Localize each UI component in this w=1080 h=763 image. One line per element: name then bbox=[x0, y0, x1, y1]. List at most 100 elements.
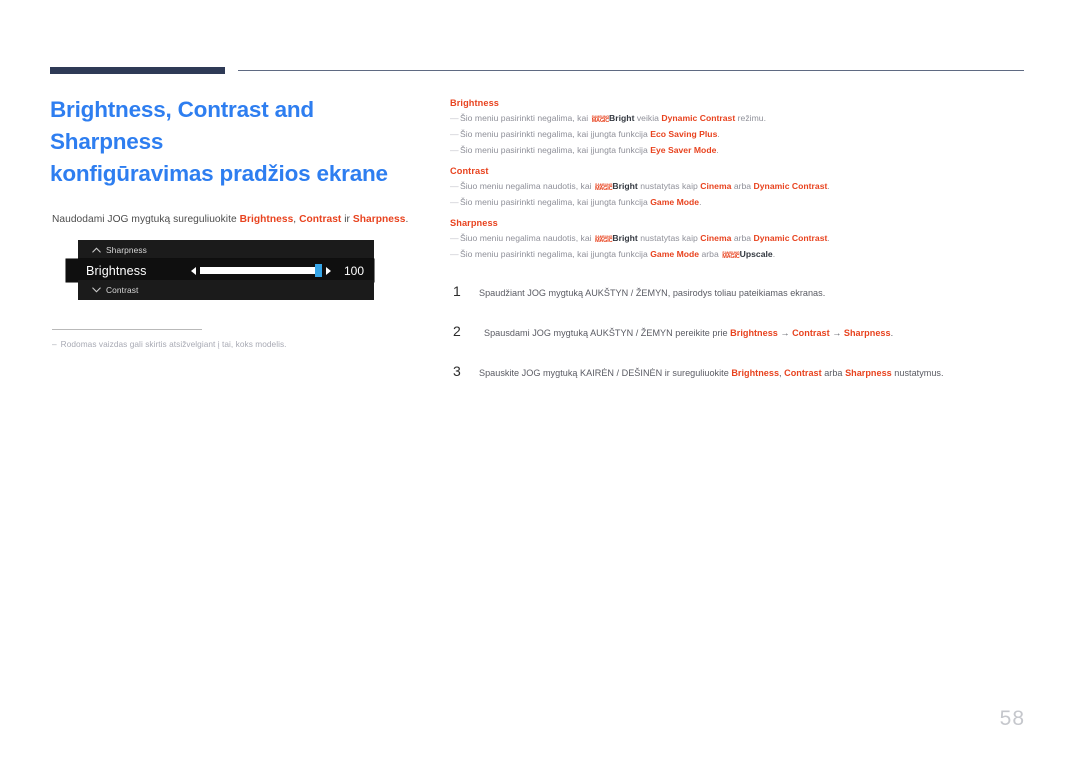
note-text: režimu. bbox=[735, 113, 766, 123]
slider-track[interactable] bbox=[200, 264, 322, 278]
right-column: Brightness — Šio meniu pasirinkti negalima… bbox=[450, 98, 1030, 402]
header-divider-line bbox=[238, 70, 1024, 71]
note-text: Šiuo meniu negalima naudotis, kai bbox=[460, 181, 594, 192]
note-group: Sharpness — Šiuo meniu negalima naudotis, … bbox=[450, 218, 1030, 261]
footnote-dash: – bbox=[52, 339, 57, 350]
note-text: nustatytas kaip bbox=[637, 181, 701, 192]
note-text: arba bbox=[731, 181, 754, 192]
note-text: . bbox=[716, 145, 719, 156]
slider-right-arrow-icon[interactable] bbox=[326, 266, 331, 275]
note-group: Brightness — Šio meniu pasirinkti negalima… bbox=[450, 98, 1030, 157]
header-accent-bar bbox=[50, 67, 225, 74]
step-number: 1 bbox=[453, 283, 461, 300]
notes-list: Brightness — Šio meniu pasirinkti negalima… bbox=[450, 98, 1030, 261]
osd-brightness-label: Brightness bbox=[86, 263, 147, 278]
samsung-magic-logo-icon: SAMSUNG MAGIC bbox=[591, 114, 610, 124]
note-text: . bbox=[827, 233, 830, 244]
step-term: Brightness bbox=[731, 367, 780, 378]
step-text: → bbox=[829, 328, 844, 339]
slider-left-arrow-icon[interactable] bbox=[191, 266, 196, 275]
note-strong: Upscale bbox=[739, 249, 773, 260]
page-title-line-2: konfigūravimas pradžios ekrane bbox=[50, 160, 388, 186]
note-text: arba bbox=[699, 249, 722, 260]
note-text: . bbox=[772, 249, 776, 260]
step-item: 3 Spauskite JOG mygtuką KAIRĖN / DEŠINĖN … bbox=[450, 363, 1030, 381]
intro-term-brightness: Brightness bbox=[239, 213, 294, 225]
osd-sharpness-label: Sharpness bbox=[106, 245, 147, 256]
chevron-up-icon bbox=[92, 246, 101, 255]
osd-row-brightness-active[interactable]: Brightness 100 bbox=[66, 259, 374, 283]
note-line: — Šio meniu pasirinkti negalima, kai įjun… bbox=[450, 128, 1030, 141]
step-text: Spauskite JOG mygtuką KAIRĖN / DEŠINĖN i… bbox=[479, 367, 732, 378]
note-term: Game Mode bbox=[650, 197, 700, 208]
note-term: Dynamic Contrast bbox=[661, 113, 736, 123]
note-strong: Bright bbox=[612, 181, 638, 192]
slider-fill bbox=[200, 267, 322, 275]
step-term: Sharpness bbox=[845, 367, 892, 378]
note-strong: Bright bbox=[612, 233, 638, 244]
step-text: nustatymus. bbox=[891, 367, 944, 378]
osd-contrast-label: Contrast bbox=[106, 285, 139, 296]
note-text: . bbox=[699, 197, 702, 208]
intro-term-sharpness: Sharpness bbox=[352, 213, 406, 225]
note-bullet-dash: — bbox=[450, 197, 459, 208]
note-term: Eye Saver Mode bbox=[650, 145, 717, 156]
note-strong: Bright bbox=[609, 113, 635, 123]
osd-preview: Sharpness Brightness 100 Contrast bbox=[66, 240, 374, 301]
step-term: Contrast bbox=[784, 367, 822, 378]
chevron-down-icon bbox=[92, 286, 101, 295]
note-line: — Šio meniu pasirinkti negalima, kai SAMS… bbox=[450, 112, 1030, 125]
osd-brightness-slider[interactable]: 100 bbox=[191, 264, 364, 278]
note-heading: Contrast bbox=[450, 166, 489, 177]
intro-sep-2: ir bbox=[341, 213, 353, 225]
note-text: Šio meniu pasirinkti negalima, kai įjung… bbox=[460, 197, 651, 208]
note-bullet-dash: — bbox=[450, 145, 459, 156]
note-term: Eco Saving Plus bbox=[650, 129, 718, 140]
note-text: arba bbox=[731, 233, 754, 244]
note-line: — Šio meniu pasirinkti negalima, kai įjun… bbox=[450, 248, 1030, 261]
note-line: — Šiuo meniu negalima naudotis, kai SAMSU… bbox=[450, 180, 1030, 193]
note-text: Šio meniu pasirinkti negalima, kai bbox=[460, 113, 591, 123]
footnote: – Rodomas vaizdas gali skirtis atsižvelgi… bbox=[52, 339, 430, 349]
step-text: Spaudžiant JOG mygtuką AUKŠTYN / ŽEMYN, … bbox=[479, 288, 826, 299]
footnote-text: Rodomas vaizdas gali skirtis atsižvelgia… bbox=[60, 339, 287, 350]
note-line: — Šio meniu pasirinkti negalima, kai įjun… bbox=[450, 196, 1030, 209]
note-line: — Šio meniu pasirinkti negalima, kai įjun… bbox=[450, 144, 1030, 157]
left-column: Brightness, Contrast and Sharpness konfi… bbox=[50, 94, 430, 349]
samsung-magic-logo-icon: SAMSUNG MAGIC bbox=[594, 182, 613, 193]
step-text: → bbox=[777, 328, 793, 339]
step-term: Brightness bbox=[730, 328, 778, 339]
note-term: Cinema bbox=[700, 233, 732, 244]
slider-thumb[interactable] bbox=[315, 264, 322, 278]
step-item: 2 Spausdami JOG mygtuką AUKŠTYN / ŽEMYN p… bbox=[450, 323, 1030, 341]
note-text: Šio meniu pasirinkti negalima, kai įjung… bbox=[460, 129, 651, 140]
page-number: 58 bbox=[999, 707, 1025, 730]
step-text: Spausdami JOG mygtuką AUKŠTYN / ŽEMYN pe… bbox=[479, 327, 893, 341]
step-text: Spauskite JOG mygtuką KAIRĖN / DEŠINĖN i… bbox=[479, 367, 944, 381]
osd-row-sharpness[interactable]: Sharpness bbox=[78, 240, 374, 261]
step-term: Sharpness bbox=[843, 328, 891, 339]
note-line: — Šiuo meniu negalima naudotis, kai SAMSU… bbox=[450, 232, 1030, 245]
samsung-magic-logo-icon: SAMSUNG MAGIC bbox=[722, 250, 740, 261]
note-bullet-dash: — bbox=[450, 129, 459, 140]
steps-list: 1 Spaudžiant JOG mygtuką AUKŠTYN / ŽEMYN,… bbox=[450, 283, 1030, 380]
note-term: Game Mode bbox=[650, 249, 700, 260]
note-term: Cinema bbox=[700, 181, 732, 192]
note-heading: Brightness bbox=[450, 98, 499, 108]
osd-row-contrast[interactable]: Contrast bbox=[78, 280, 374, 301]
note-group: Contrast — Šiuo meniu negalima naudotis, k… bbox=[450, 166, 1030, 209]
step-term: Contrast bbox=[792, 328, 830, 339]
note-bullet-dash: — bbox=[450, 181, 459, 192]
note-term: Dynamic Contrast bbox=[753, 181, 828, 192]
step-number: 3 bbox=[453, 362, 461, 379]
note-text: . bbox=[717, 129, 720, 140]
step-text: Spaudžiant JOG mygtuką AUKŠTYN / ŽEMYN, … bbox=[479, 287, 825, 301]
step-item: 1 Spaudžiant JOG mygtuką AUKŠTYN / ŽEMYN,… bbox=[450, 283, 1030, 301]
note-text: Šio meniu pasirinkti negalima, kai įjung… bbox=[460, 249, 651, 260]
note-term: Dynamic Contrast bbox=[753, 233, 828, 244]
note-text: Šiuo meniu negalima naudotis, kai bbox=[460, 233, 594, 244]
note-text: . bbox=[827, 181, 830, 192]
page-title-line-1: Brightness, Contrast and Sharpness bbox=[50, 97, 314, 154]
page-header-rules bbox=[0, 0, 1080, 80]
footnote-divider bbox=[52, 329, 202, 331]
